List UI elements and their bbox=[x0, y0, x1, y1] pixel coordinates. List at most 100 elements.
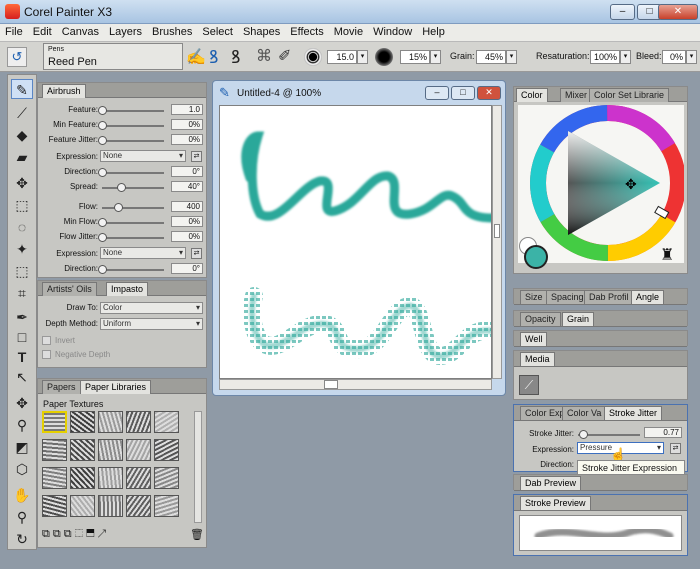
brush-tool-icon[interactable]: ✎ bbox=[11, 79, 33, 99]
menu-shapes[interactable]: Shapes bbox=[238, 24, 285, 40]
flow-direction-knob[interactable] bbox=[98, 265, 107, 274]
tab-dab-profile[interactable]: Dab Profil bbox=[584, 290, 634, 304]
resaturation-field[interactable]: 100% bbox=[590, 50, 620, 64]
size-field[interactable]: 15.0 bbox=[327, 50, 357, 64]
paper-export-icon[interactable]: ↗ bbox=[98, 528, 110, 540]
paper-texture-swatch[interactable] bbox=[126, 439, 151, 461]
tab-mixer[interactable]: Mixer bbox=[560, 88, 592, 102]
spread-value[interactable]: 40° bbox=[171, 181, 203, 192]
tab-media[interactable]: Media bbox=[520, 352, 555, 366]
flow-direction-slider[interactable] bbox=[98, 265, 164, 274]
spread-slider[interactable] bbox=[102, 183, 164, 192]
paper-texture-swatch[interactable] bbox=[42, 467, 67, 489]
tab-color-variability[interactable]: Color Va bbox=[562, 406, 607, 420]
paper-library-icon[interactable]: ⧉ bbox=[53, 528, 64, 540]
feature-slider[interactable] bbox=[98, 106, 164, 115]
rectangle-shape-icon[interactable]: □ bbox=[11, 327, 33, 347]
menu-help[interactable]: Help bbox=[417, 24, 450, 40]
tab-well[interactable]: Well bbox=[520, 332, 548, 346]
main-color-swatch[interactable] bbox=[524, 245, 548, 269]
canvas-vertical-scrollbar[interactable] bbox=[492, 105, 502, 379]
paper-texture-swatch[interactable] bbox=[98, 439, 123, 461]
negative-depth-checkbox[interactable] bbox=[42, 350, 51, 359]
shape-selection-icon[interactable]: ↖ bbox=[11, 367, 33, 387]
grain-field[interactable]: 45% bbox=[476, 50, 506, 64]
menu-select[interactable]: Select bbox=[197, 24, 238, 40]
paper-texture-swatch[interactable] bbox=[154, 439, 179, 461]
stroke-type-line-icon[interactable]: ꝸ bbox=[209, 45, 218, 69]
depth-method-select[interactable]: Uniform bbox=[100, 318, 203, 330]
brush-dab-icon[interactable]: ✐ bbox=[278, 46, 291, 66]
rotate-page-icon[interactable]: ↻ bbox=[11, 529, 33, 549]
selection-adjuster-icon[interactable]: ⬚ bbox=[11, 261, 33, 281]
menu-movie[interactable]: Movie bbox=[329, 24, 368, 40]
close-button[interactable]: ✕ bbox=[658, 4, 698, 20]
paper-texture-swatch[interactable] bbox=[70, 439, 95, 461]
feature-value[interactable]: 1.0 bbox=[171, 104, 203, 115]
flow-value[interactable]: 400 bbox=[171, 201, 203, 212]
flow-knob[interactable] bbox=[113, 203, 123, 212]
paper-texture-swatch[interactable] bbox=[154, 495, 179, 517]
doc-maximize-button[interactable]: □ bbox=[451, 86, 475, 100]
tab-stroke-jitter[interactable]: Stroke Jitter bbox=[604, 406, 663, 420]
text-tool-icon[interactable]: T bbox=[11, 347, 33, 367]
brush-ghost-icon[interactable]: ⌘ bbox=[256, 46, 272, 66]
size-dropdown[interactable]: ▾ bbox=[357, 50, 368, 64]
paper-delete-icon[interactable]: 🗑 bbox=[190, 528, 204, 541]
draw-to-select[interactable]: Color bbox=[100, 302, 203, 314]
tab-paper-libraries[interactable]: Paper Libraries bbox=[80, 380, 152, 394]
menu-brushes[interactable]: Brushes bbox=[147, 24, 197, 40]
bleed-dropdown[interactable]: ▾ bbox=[686, 50, 697, 64]
feature-jitter-slider[interactable] bbox=[98, 136, 164, 145]
paper-options-icon[interactable]: ⬒ bbox=[86, 528, 97, 540]
feature-direction-value[interactable]: 0° bbox=[171, 166, 203, 177]
spread-knob[interactable] bbox=[117, 183, 127, 192]
media-texture-icon[interactable]: ⟋ bbox=[519, 375, 539, 395]
menu-canvas[interactable]: Canvas bbox=[57, 24, 104, 40]
paper-texture-swatch[interactable] bbox=[126, 495, 151, 517]
grain-dropdown[interactable]: ▾ bbox=[506, 50, 517, 64]
magnifier-icon[interactable]: ⚲ bbox=[11, 507, 33, 527]
stroke-jitter-slider[interactable] bbox=[578, 430, 640, 439]
min-feature-slider[interactable] bbox=[98, 121, 164, 130]
tab-papers[interactable]: Papers bbox=[42, 380, 81, 394]
feature-jitter-knob[interactable] bbox=[98, 136, 107, 145]
eraser-tool-icon[interactable]: ▰ bbox=[11, 147, 33, 167]
paper-texture-swatch[interactable] bbox=[42, 495, 67, 517]
paper-texture-swatch[interactable] bbox=[126, 411, 151, 433]
tab-stroke-preview[interactable]: Stroke Preview bbox=[520, 496, 591, 510]
flow-expression-select[interactable]: None bbox=[100, 247, 186, 259]
flow-jitter-knob[interactable] bbox=[98, 233, 107, 242]
feature-jitter-value[interactable]: 0% bbox=[171, 134, 203, 145]
menu-window[interactable]: Window bbox=[368, 24, 417, 40]
drawing-canvas[interactable] bbox=[219, 105, 492, 379]
paper-texture-swatch[interactable] bbox=[98, 411, 123, 433]
feature-direction-slider[interactable] bbox=[98, 168, 164, 177]
doc-close-button[interactable]: ✕ bbox=[477, 86, 501, 100]
flow-jitter-value[interactable]: 0% bbox=[171, 231, 203, 242]
tab-airbrush[interactable]: Airbrush bbox=[42, 84, 86, 98]
cloner-tool-icon[interactable]: ✥ bbox=[11, 393, 33, 413]
vertical-scroll-thumb[interactable] bbox=[494, 224, 500, 238]
paint-bucket-icon[interactable]: ◆ bbox=[11, 125, 33, 145]
stroke-type-curve-icon[interactable]: ꝸ bbox=[231, 45, 240, 69]
crop-tool-icon[interactable]: ⌗ bbox=[11, 283, 33, 303]
paper-texture-swatch[interactable] bbox=[42, 411, 67, 433]
layer-adjuster-icon[interactable]: ✥ bbox=[11, 173, 33, 193]
tab-color-set-libraries[interactable]: Color Set Librarie bbox=[589, 88, 670, 102]
paper-capture-icon[interactable]: ⧉ bbox=[64, 528, 75, 540]
resaturation-dropdown[interactable]: ▾ bbox=[620, 50, 631, 64]
tab-spacing[interactable]: Spacing bbox=[546, 290, 589, 304]
min-flow-value[interactable]: 0% bbox=[171, 216, 203, 227]
stroke-jitter-knob[interactable] bbox=[578, 430, 588, 439]
tab-color[interactable]: Color bbox=[516, 88, 548, 102]
tab-angle[interactable]: Angle bbox=[631, 290, 665, 304]
feature-knob[interactable] bbox=[98, 106, 107, 115]
opacity-field[interactable]: 15% bbox=[400, 50, 430, 64]
paper-texture-swatch[interactable] bbox=[154, 411, 179, 433]
paper-texture-swatch[interactable] bbox=[70, 411, 95, 433]
magic-wand-icon[interactable]: ✦ bbox=[11, 239, 33, 259]
pen-tool-icon[interactable]: ✒ bbox=[11, 307, 33, 327]
flow-direction-value[interactable]: 0° bbox=[171, 263, 203, 274]
feature-direction-knob[interactable] bbox=[98, 168, 107, 177]
